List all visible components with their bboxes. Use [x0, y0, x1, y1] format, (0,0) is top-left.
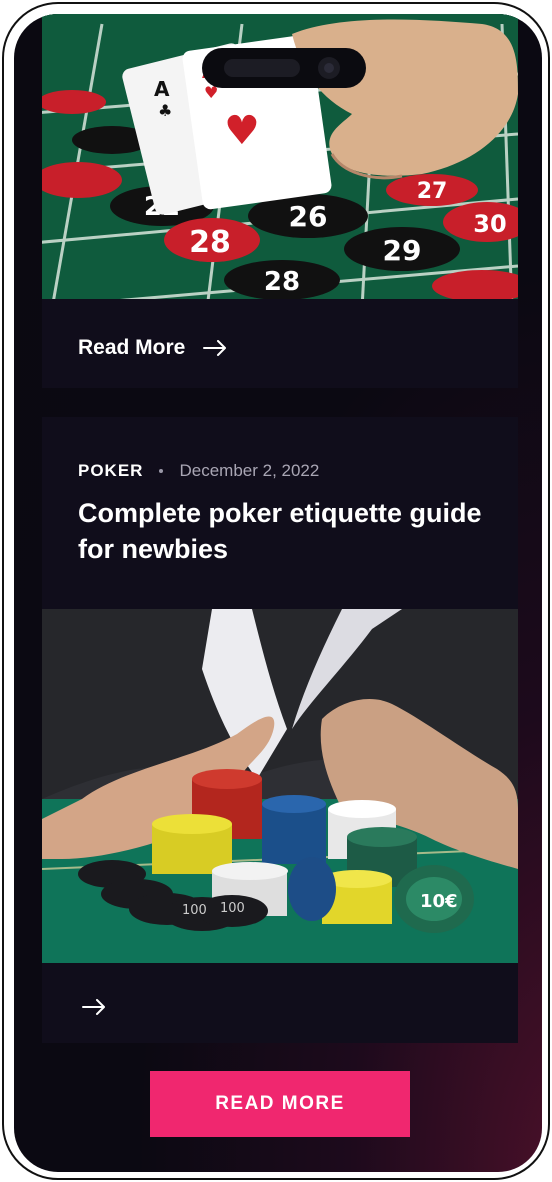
- post-title[interactable]: Complete poker etiquette guide for newbi…: [78, 495, 488, 567]
- svg-text:♥: ♥: [224, 108, 260, 154]
- svg-text:29: 29: [383, 234, 422, 267]
- svg-text:A: A: [154, 77, 170, 101]
- phone-screen: 22 28 26 29 27 30 28: [14, 14, 542, 1172]
- read-more-button[interactable]: READ MORE: [150, 1071, 410, 1137]
- svg-text:30: 30: [473, 210, 506, 238]
- dynamic-island: [202, 48, 366, 88]
- svg-text:100: 100: [182, 903, 207, 918]
- poker-chips-illustration: 10€ 100 100: [42, 609, 518, 963]
- post-meta: POKER December 2, 2022: [78, 461, 319, 481]
- svg-text:27: 27: [417, 179, 448, 204]
- speaker-pill: [224, 59, 300, 77]
- post-date: December 2, 2022: [179, 461, 320, 480]
- card-image[interactable]: 10€ 100 100: [42, 609, 518, 963]
- svg-text:28: 28: [264, 267, 300, 297]
- svg-text:♣: ♣: [158, 101, 172, 120]
- phone-frame: 22 28 26 29 27 30 28: [2, 2, 550, 1180]
- svg-text:26: 26: [289, 200, 328, 233]
- blog-card: POKER December 2, 2022 Complete poker et…: [42, 417, 518, 1043]
- arrow-right-icon[interactable]: [82, 999, 106, 1015]
- svg-text:100: 100: [220, 901, 245, 916]
- read-more-label: Read More: [78, 336, 186, 359]
- separator-dot: [159, 469, 164, 473]
- svg-text:28: 28: [189, 225, 231, 260]
- category-label[interactable]: POKER: [78, 461, 143, 481]
- read-more-link[interactable]: Read More: [78, 336, 227, 360]
- camera-icon: [318, 57, 340, 79]
- svg-text:10€: 10€: [420, 891, 458, 912]
- arrow-right-icon: [203, 340, 227, 356]
